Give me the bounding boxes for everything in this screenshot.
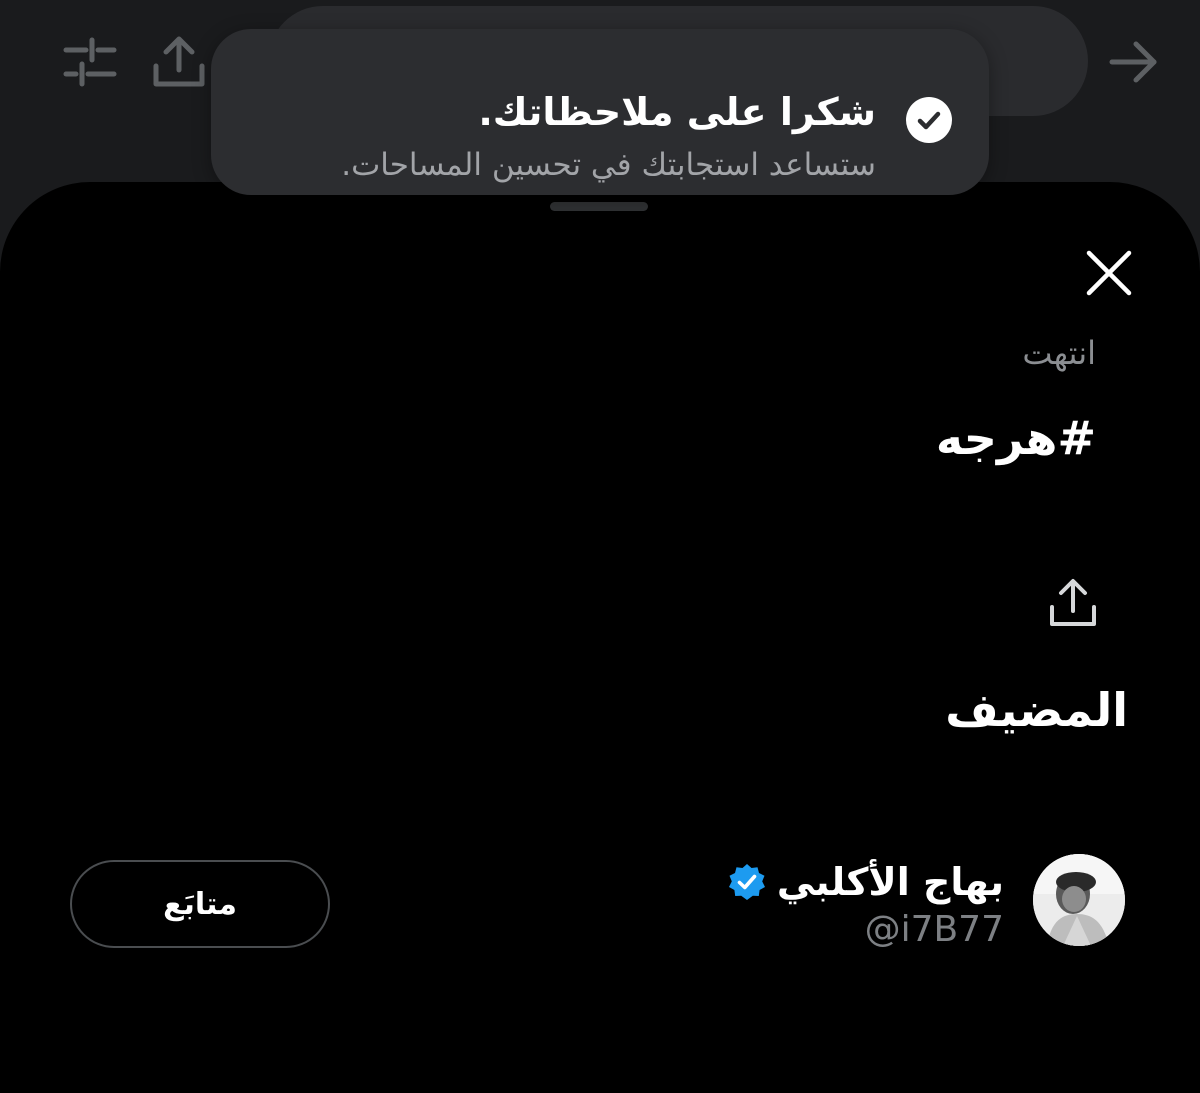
filter-sliders-icon <box>62 36 118 92</box>
share-icon <box>152 34 206 94</box>
host-section-heading: المضيف <box>945 683 1128 737</box>
space-title[interactable]: #هرجه <box>936 415 1096 461</box>
host-name[interactable]: بهاج الأكلبي <box>777 863 1004 901</box>
verified-badge-icon <box>727 862 767 902</box>
space-status: انتهت <box>1022 334 1096 372</box>
share-button[interactable] <box>1046 577 1100 631</box>
arrow-right-icon <box>1108 40 1160 88</box>
host-name-wrap: بهاج الأكلبي <box>727 862 1004 902</box>
background-peek-left <box>138 150 188 180</box>
close-icon <box>1078 242 1140 304</box>
avatar[interactable] <box>1033 854 1125 946</box>
sheet-grabber[interactable] <box>550 202 648 211</box>
feedback-toast: شكرا على ملاحظاتك. ستساعد استجابتك في تح… <box>211 29 989 195</box>
close-button[interactable] <box>1078 242 1140 304</box>
space-details-sheet: انتهت #هرجه المضيف بهاج الأكلبي @i7B77 م… <box>0 182 1200 1093</box>
background-peek-right <box>1100 150 1150 180</box>
following-button[interactable]: متابَع <box>70 860 330 948</box>
toast-subtitle: ستساعد استجابتك في تحسين المساحات. <box>341 147 876 183</box>
share-icon <box>1046 577 1100 631</box>
host-handle[interactable]: @i7B77 <box>865 912 1004 948</box>
check-circle-icon <box>906 97 952 143</box>
host-row[interactable]: بهاج الأكلبي @i7B77 متابَع <box>0 852 1200 952</box>
toast-title: شكرا على ملاحظاتك. <box>478 90 876 134</box>
